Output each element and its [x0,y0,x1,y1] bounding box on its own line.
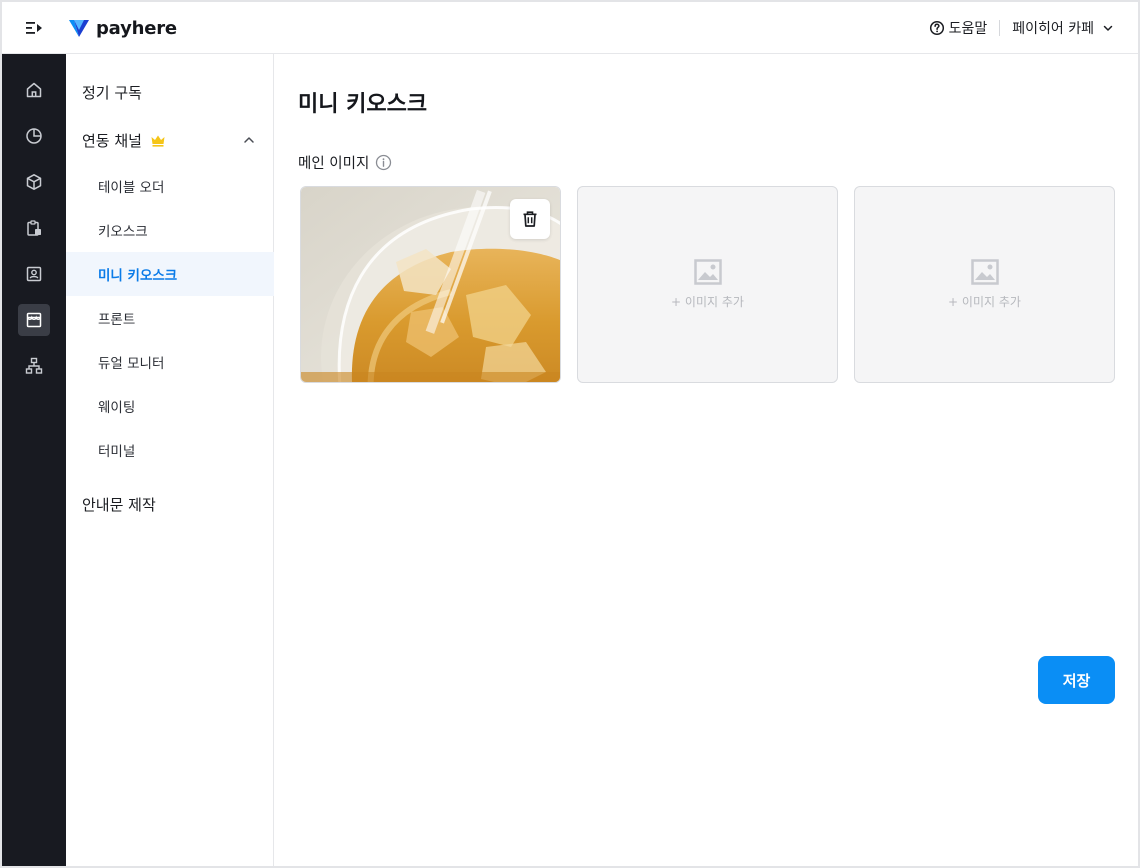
logo-mark-icon [69,20,89,37]
rail-organization[interactable] [18,350,50,382]
nav-item-label: 테이블 오더 [98,180,165,196]
store-selector[interactable]: 페이히어 카페 [1012,18,1114,38]
nav-item-label: 터미널 [98,444,136,460]
org-chart-icon [25,357,43,374]
nav-mini-kiosk[interactable]: 미니 키오스크 [66,252,274,296]
clipboard-icon [27,220,41,236]
help-label: 도움말 [948,21,988,37]
save-button[interactable]: 저장 [1038,656,1115,704]
help-link[interactable]: 도움말 [929,18,988,38]
nav-item-label: 키오스크 [98,224,148,240]
contact-card-icon [26,266,42,282]
header-divider [999,20,1001,36]
nav-notice-label: 안내문 제작 [82,495,156,514]
nav-linked-channels-label: 연동 채널 [82,131,142,150]
nav-item-label: 듀얼 모니터 [98,356,165,372]
nav-front[interactable]: 프론트 [66,296,274,340]
main-image-label: 메인 이미지 [298,152,392,173]
box-icon [26,174,42,190]
app-window: payhere 도움말 페이히어 카페 정기 구독 연동 채널 테이블 오더 키… [0,0,1140,868]
home-icon [26,82,42,98]
header-actions: 도움말 페이히어 카페 [929,16,1114,40]
logo-text: payhere [96,17,177,39]
rail-customers[interactable] [18,258,50,290]
nav-item-label: 웨이팅 [98,400,136,416]
image-slot-3[interactable]: + 이미지 추가 [854,186,1115,383]
crown-icon [150,134,166,147]
rail-channels[interactable] [18,304,50,336]
menu-toggle-icon[interactable] [24,19,44,37]
icon-rail [2,54,66,866]
nav-dual-monitor[interactable]: 듀얼 모니터 [66,340,274,384]
rail-products[interactable] [18,166,50,198]
image-slot-1[interactable] [300,186,561,383]
nav-terminal[interactable]: 터미널 [66,428,274,472]
main-content: 미니 키오스크 메인 이미지 + 이미지 추가 + 이미지 추가 저장 [274,54,1138,866]
delete-image-button[interactable] [510,199,550,239]
rail-orders[interactable] [18,212,50,244]
nav-item-label: 미니 키오스크 [98,268,178,284]
nav-notice[interactable]: 안내문 제작 [66,482,274,526]
nav-linked-channels[interactable]: 연동 채널 [66,118,274,162]
nav-item-label: 프론트 [98,312,136,328]
page-title: 미니 키오스크 [298,92,428,117]
rail-home[interactable] [18,74,50,106]
section-label-text: 메인 이미지 [298,156,370,172]
add-image-label: + 이미지 추가 [671,295,744,309]
storefront-icon [26,312,42,328]
top-header: payhere 도움말 페이히어 카페 [2,2,1138,54]
add-image-label: + 이미지 추가 [948,295,1021,309]
image-slot-2[interactable]: + 이미지 추가 [577,186,838,383]
chevron-down-icon [1103,25,1113,31]
pie-chart-icon [26,128,42,144]
sub-navigation: 정기 구독 연동 채널 테이블 오더 키오스크 미니 키오스크 프론트 듀얼 모… [66,54,274,866]
image-placeholder-icon [970,259,999,285]
rail-analytics[interactable] [18,120,50,152]
chevron-up-icon[interactable] [242,133,256,151]
trash-icon [523,211,537,227]
nav-table-order[interactable]: 테이블 오더 [66,164,274,208]
nav-subscription[interactable]: 정기 구독 [66,70,274,114]
payhere-logo[interactable]: payhere [68,16,177,40]
image-placeholder-icon [693,259,722,285]
nav-waiting[interactable]: 웨이팅 [66,384,274,428]
nav-subscription-label: 정기 구독 [82,83,142,102]
question-circle-icon [929,20,944,36]
nav-kiosk[interactable]: 키오스크 [66,208,274,252]
store-name: 페이히어 카페 [1012,21,1094,37]
info-icon[interactable] [375,154,392,171]
